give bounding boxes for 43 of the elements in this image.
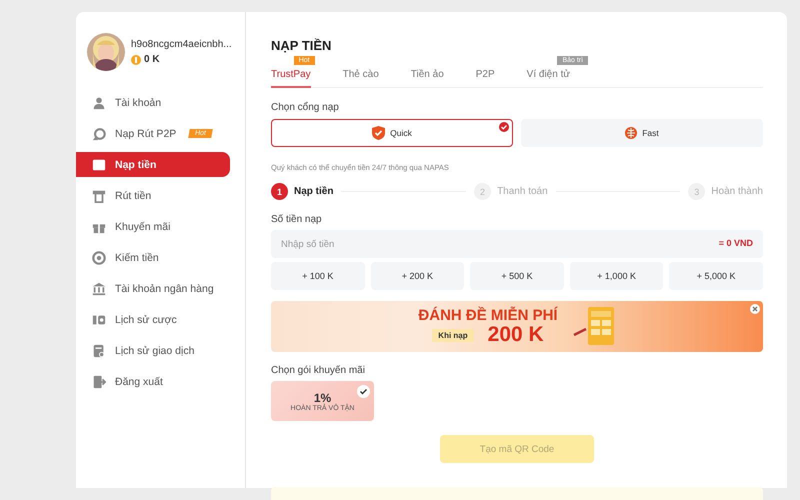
page-title: NẠP TIỀN <box>271 38 332 53</box>
check-icon <box>357 385 370 398</box>
balance: 0 K <box>144 54 160 65</box>
converted-amount: = 0 VND <box>718 238 753 248</box>
logout-icon <box>92 374 106 388</box>
menu-item[interactable]: Tài khoản <box>76 90 230 115</box>
tab[interactable]: Tiền ảo <box>410 67 444 86</box>
menu-item[interactable]: Rút tiền <box>76 183 230 208</box>
gateway-option[interactable]: Fast <box>521 119 763 147</box>
step-label: Hoàn thành <box>711 186 763 197</box>
banner-value: 200 K <box>488 324 544 346</box>
step-number: 1 <box>271 183 288 200</box>
step-label: Thanh toán <box>497 186 548 197</box>
amount-button[interactable]: + 1,000 K <box>570 262 664 290</box>
menu-item[interactable]: Khuyến mãi <box>76 214 230 239</box>
gateway-option[interactable]: Quick <box>271 119 513 147</box>
close-icon[interactable] <box>750 304 760 314</box>
menu-item[interactable]: Tài khoản ngân hàng <box>76 276 230 301</box>
bank-icon <box>92 282 106 296</box>
section-label: Chọn cổng nạp <box>271 102 340 113</box>
menu-item[interactable]: Lịch sử giao dịch <box>76 338 230 363</box>
shield-icon <box>372 126 386 140</box>
amount-button[interactable]: + 500 K <box>470 262 564 290</box>
check-icon <box>499 122 509 132</box>
person-icon <box>92 96 106 110</box>
tab[interactable]: P2P <box>476 67 495 86</box>
banner-caption: Khi nạp <box>432 328 474 342</box>
section-label: Chọn gói khuyến mãi <box>271 365 366 376</box>
menu-item[interactable]: Nạp tiền <box>76 152 230 177</box>
menu-item[interactable]: Lịch sử cược <box>76 307 230 332</box>
menu-item[interactable]: Kiếm tiền <box>76 245 230 270</box>
receipt-icon <box>92 344 106 358</box>
amount-button[interactable]: + 100 K <box>271 262 365 290</box>
amount-button[interactable]: + 200 K <box>370 262 464 290</box>
banner-headline: ĐÁNH ĐỀ MIỄN PHÍ <box>418 307 558 324</box>
step-label: Nạp tiền <box>294 186 334 197</box>
username: h9o8ncgcm4aeicnbh... <box>131 39 232 50</box>
amount-button[interactable]: + 5,000 K <box>669 262 763 290</box>
section-label: Số tiền nạp <box>271 214 323 225</box>
menu-item[interactable]: Đăng xuất <box>76 369 230 394</box>
atm-icon <box>92 188 106 202</box>
promo-value: 1% <box>314 390 332 404</box>
tab[interactable]: Thẻ cào <box>342 67 379 86</box>
